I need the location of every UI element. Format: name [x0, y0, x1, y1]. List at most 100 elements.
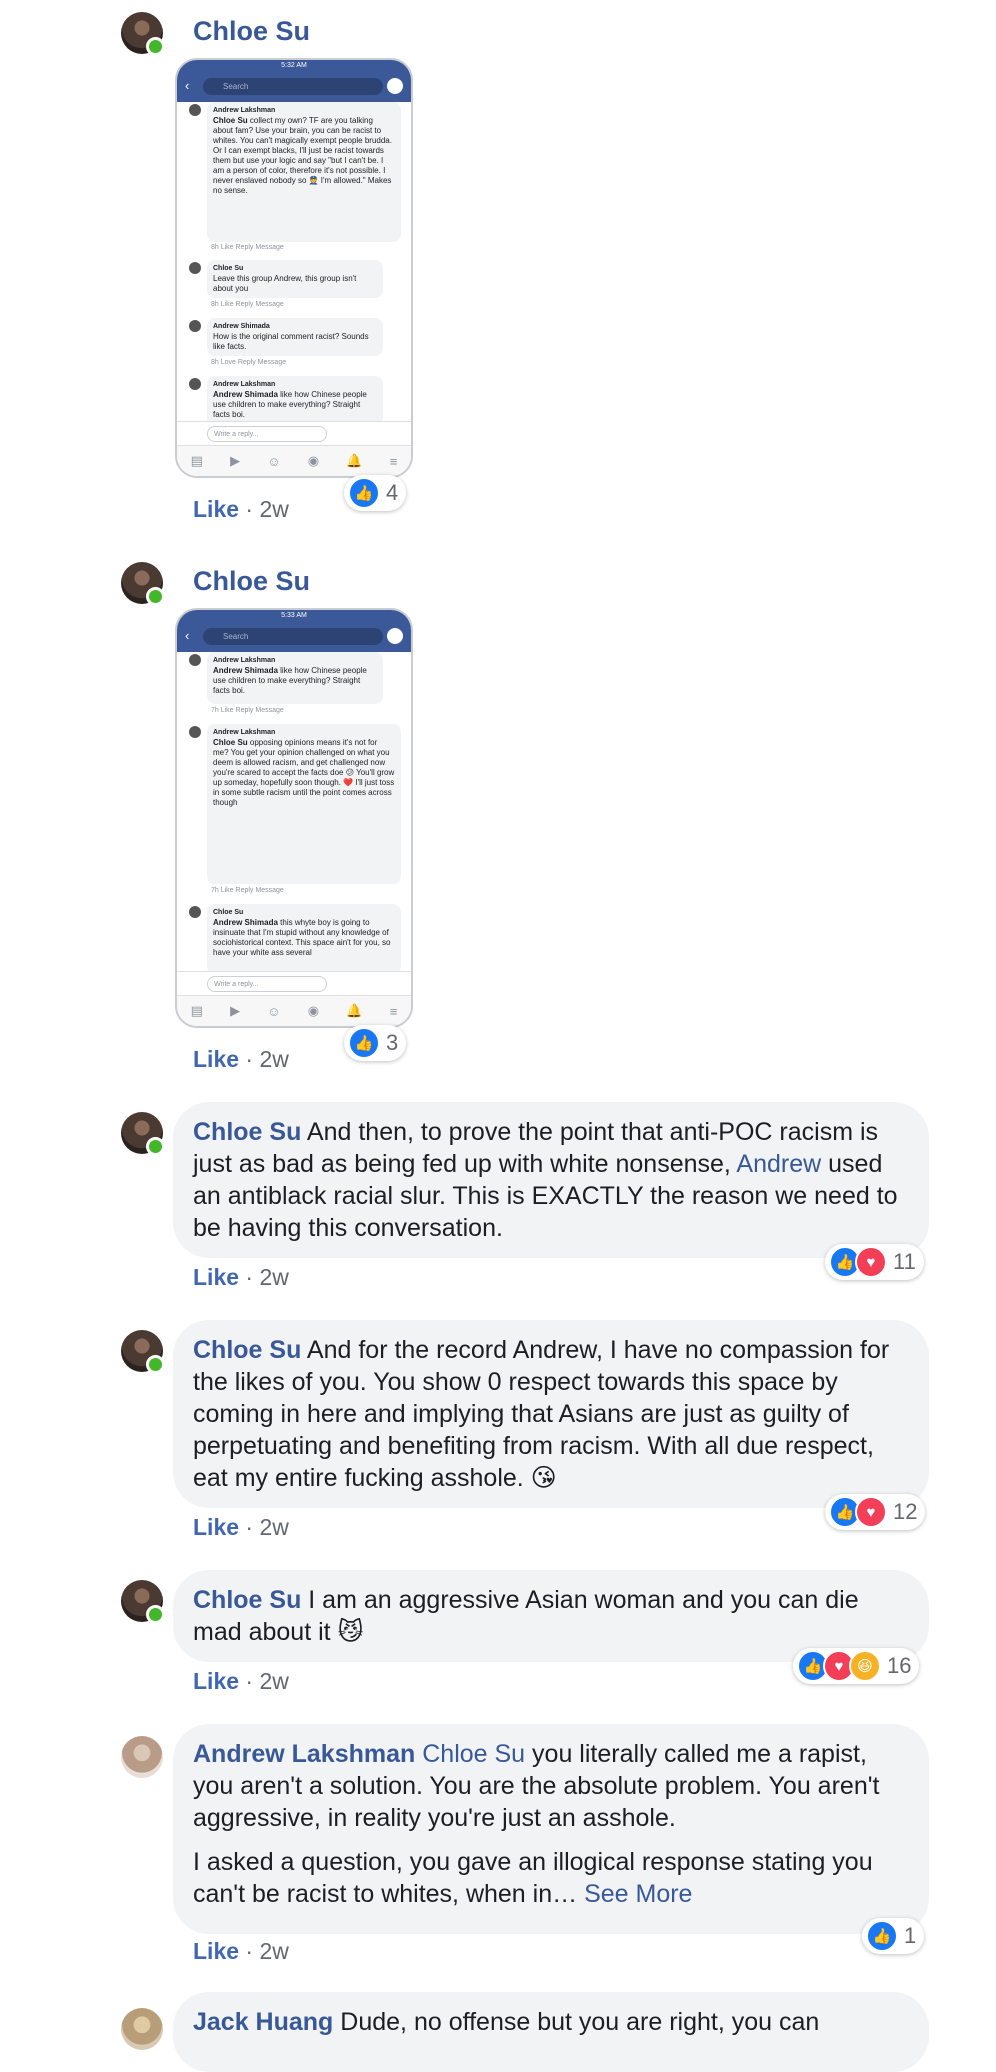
comment-time[interactable]: 2w: [259, 1938, 288, 1964]
comment-image-screenshot[interactable]: 5:32 AM ‹ Search Andrew Lakshman Chloe S…: [175, 58, 413, 478]
like-button[interactable]: Like: [193, 1046, 239, 1072]
comment-actions: Like · 2w: [193, 496, 289, 522]
comment-bubble: Jack Huang Dude, no offense but you are …: [173, 1992, 929, 2072]
avatar[interactable]: [121, 1736, 163, 1778]
like-button[interactable]: Like: [193, 1938, 239, 1964]
profile-icon: ☺: [267, 453, 281, 469]
comment-author[interactable]: Chloe Su: [193, 566, 310, 597]
comment-author[interactable]: Jack Huang: [193, 2008, 333, 2036]
phone-comment: Andrew Lakshman Chloe Su opposing opinio…: [207, 724, 401, 884]
phone-reply-input: Write a reply...: [207, 426, 327, 442]
mention-link[interactable]: Chloe Su: [422, 1740, 525, 1768]
comment-text: I asked a question, you gave an illogica…: [193, 1848, 873, 1908]
online-status-dot: [146, 1605, 165, 1624]
comment-time[interactable]: 2w: [259, 1046, 288, 1072]
comment-text: Chloe Su I am an aggressive Asian woman …: [193, 1586, 859, 1646]
like-button[interactable]: Like: [193, 1668, 239, 1694]
avatar[interactable]: [121, 2008, 163, 2050]
avatar[interactable]: [121, 562, 165, 606]
comment-author[interactable]: Andrew Lakshman: [193, 1740, 415, 1768]
avatar: [189, 320, 201, 332]
comment-author[interactable]: Chloe Su: [193, 1118, 301, 1146]
comment-actions: Like · 2w: [193, 1046, 289, 1072]
watch-icon: ▶: [230, 453, 241, 468]
phone-status-time: 5:32 AM: [177, 60, 411, 72]
phone-comment-actions: 8h Love Reply Message: [211, 359, 287, 366]
phone-status-time: 5:33 AM: [177, 610, 411, 622]
phone-search-bar: Search: [203, 78, 383, 95]
avatar: [189, 654, 201, 666]
like-button[interactable]: Like: [193, 1264, 239, 1290]
comment-author[interactable]: Chloe Su: [193, 1586, 301, 1614]
phone-comment: Andrew Shimada How is the original comme…: [207, 318, 383, 356]
comment-time[interactable]: 2w: [259, 1264, 288, 1290]
phone-comment-actions: 7h Like Reply Message: [211, 707, 284, 714]
phone-comment: Chloe Su Andrew Shimada this whyte boy i…: [207, 904, 401, 974]
comment-time[interactable]: 2w: [259, 1514, 288, 1540]
avatar: [189, 726, 201, 738]
reaction-count: 4: [386, 480, 399, 505]
back-arrow-icon: ‹: [185, 628, 190, 643]
online-status-dot: [146, 1355, 165, 1374]
comment-author[interactable]: Chloe Su: [193, 1336, 301, 1364]
phone-comment-actions: 8h Like Reply Message: [211, 244, 284, 251]
avatar[interactable]: [121, 1580, 165, 1624]
avatar: [189, 104, 201, 116]
phone-tab-bar: ▤ ▶ ☺ ◉ 🔔 ≡: [177, 445, 411, 476]
news-feed-icon: ▤: [190, 1003, 203, 1018]
reaction-summary[interactable]: 👍 3: [344, 1025, 407, 1061]
reaction-summary[interactable]: 👍 ♥ 😆 16: [793, 1648, 920, 1684]
haha-reaction-icon: 😆: [849, 1650, 881, 1682]
reaction-summary[interactable]: 👍 ♥ 12: [825, 1494, 926, 1530]
reaction-summary[interactable]: 👍 4: [344, 475, 407, 511]
like-reaction-icon: 👍: [866, 1920, 898, 1952]
avatar[interactable]: [121, 1330, 165, 1374]
love-reaction-icon: ♥: [855, 1246, 887, 1278]
see-more-link[interactable]: See More: [584, 1880, 692, 1908]
like-button[interactable]: Like: [193, 496, 239, 522]
reaction-count: 3: [386, 1030, 399, 1055]
love-reaction-icon: ♥: [855, 1496, 887, 1528]
comment-actions: Like · 2w: [193, 1938, 289, 1964]
reaction-summary[interactable]: 👍 ♥ 11: [825, 1244, 924, 1280]
online-status-dot: [146, 587, 165, 606]
messenger-icon: [387, 628, 403, 644]
comment-bubble: Andrew Lakshman Chloe Su you literally c…: [173, 1724, 929, 1934]
comment-bubble: Chloe Su And for the record Andrew, I ha…: [173, 1320, 929, 1508]
avatar: [189, 262, 201, 274]
reaction-summary[interactable]: 👍 1: [862, 1918, 925, 1954]
avatar[interactable]: [121, 12, 165, 56]
phone-comment-actions: 8h Like Reply Message: [211, 301, 284, 308]
menu-icon: ≡: [389, 1003, 398, 1019]
reaction-count: 1: [904, 1923, 917, 1948]
bell-icon: 🔔: [346, 1003, 363, 1018]
like-reaction-icon: 👍: [348, 1027, 380, 1059]
news-feed-icon: ▤: [190, 453, 203, 468]
phone-comment: Andrew Lakshman Andrew Shimada like how …: [207, 376, 383, 426]
back-arrow-icon: ‹: [185, 78, 190, 93]
phone-comment: Andrew Lakshman Chloe Su collect my own?…: [207, 102, 401, 242]
comment-time[interactable]: 2w: [259, 496, 288, 522]
online-status-dot: [146, 1137, 165, 1156]
comment-actions: Like · 2w: [193, 1264, 289, 1290]
comment-bubble: Chloe Su And then, to prove the point th…: [173, 1102, 929, 1258]
comment-time[interactable]: 2w: [259, 1668, 288, 1694]
comment-actions: Like · 2w: [193, 1668, 289, 1694]
menu-icon: ≡: [389, 453, 398, 469]
comment-text: Andrew Lakshman Chloe Su you literally c…: [193, 1740, 880, 1832]
avatar: [189, 906, 201, 918]
groups-icon: ◉: [307, 1003, 320, 1018]
avatar[interactable]: [121, 1112, 165, 1156]
reaction-count: 12: [893, 1499, 918, 1524]
reaction-count: 11: [893, 1249, 916, 1274]
like-button[interactable]: Like: [193, 1514, 239, 1540]
comment-author[interactable]: Chloe Su: [193, 16, 310, 47]
phone-comment-actions: 7h Like Reply Message: [211, 887, 284, 894]
messenger-icon: [387, 78, 403, 94]
watch-icon: ▶: [230, 1003, 241, 1018]
avatar: [189, 378, 201, 390]
phone-reply-input: Write a reply...: [207, 976, 327, 992]
phone-comment: Andrew Lakshman Andrew Shimada like how …: [207, 652, 383, 704]
comment-image-screenshot[interactable]: 5:33 AM ‹ Search Andrew Lakshman Andrew …: [175, 608, 413, 1028]
mention-link[interactable]: Andrew: [736, 1150, 821, 1178]
